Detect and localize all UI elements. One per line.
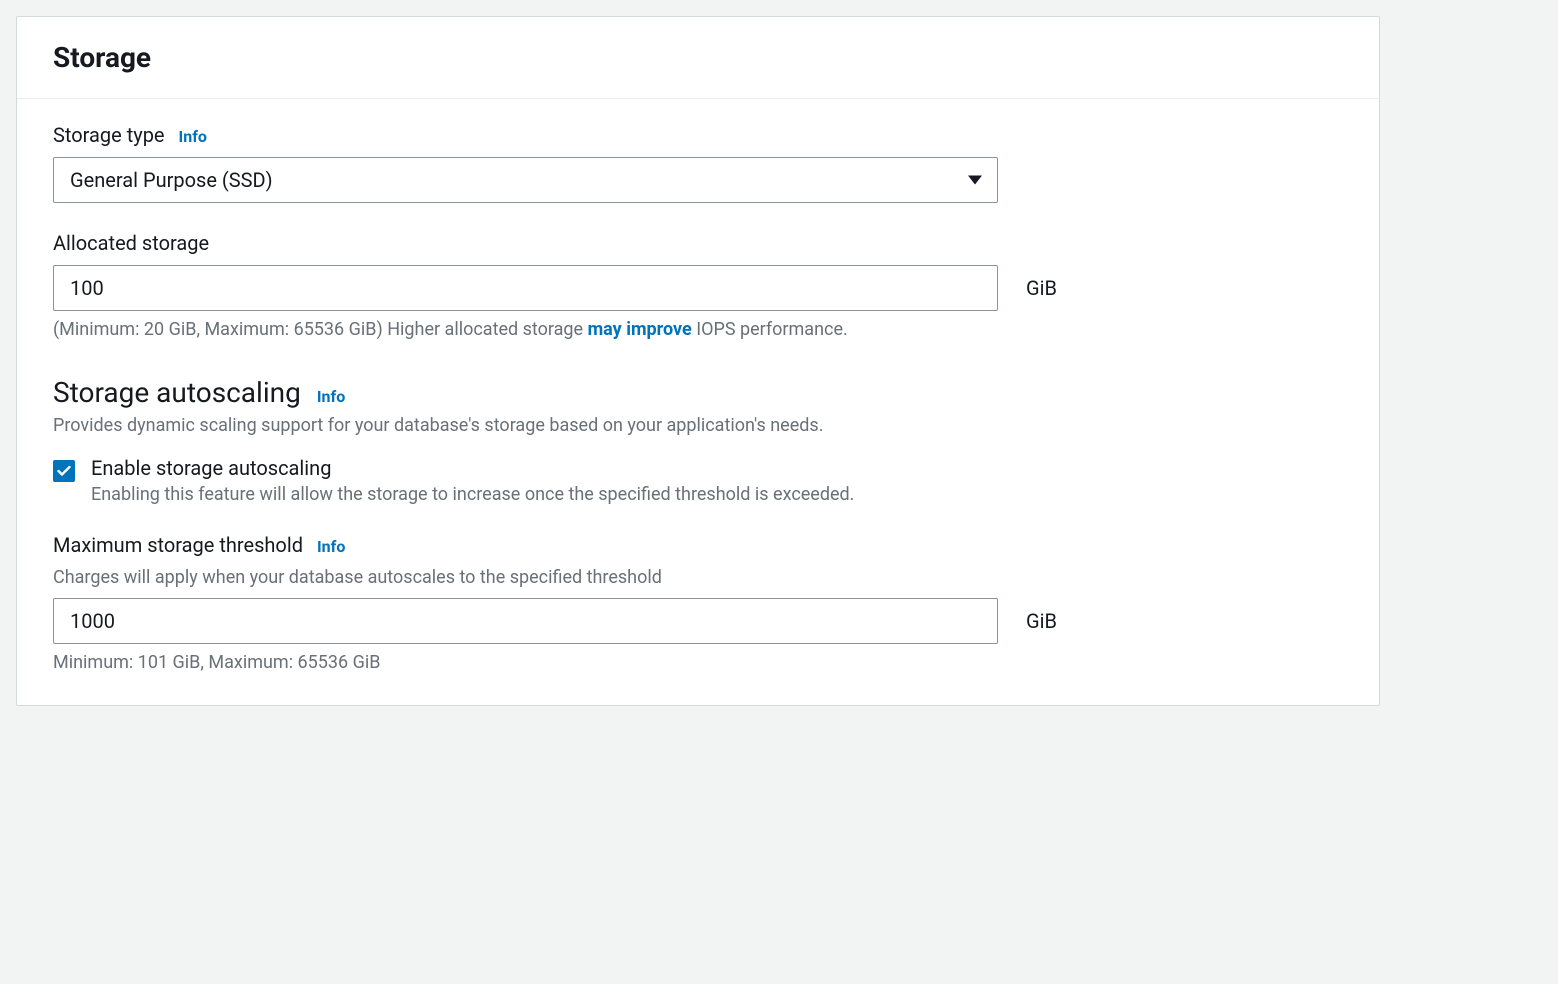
allocated-storage-hint-suffix: IOPS performance.	[692, 319, 848, 340]
max-threshold-field: Maximum storage threshold Info Charges w…	[53, 533, 1343, 673]
max-threshold-label: Maximum storage threshold	[53, 533, 303, 557]
enable-autoscaling-row: Enable storage autoscaling Enabling this…	[53, 456, 1343, 505]
allocated-storage-field: Allocated storage GiB (Minimum: 20 GiB, …	[53, 231, 1343, 340]
autoscaling-info-link[interactable]: Info	[317, 387, 345, 406]
enable-autoscaling-label: Enable storage autoscaling	[91, 456, 854, 480]
max-threshold-desc: Charges will apply when your database au…	[53, 567, 1343, 588]
allocated-storage-hint-emph[interactable]: may improve	[588, 319, 692, 340]
max-threshold-hint: Minimum: 101 GiB, Maximum: 65536 GiB	[53, 652, 1343, 673]
allocated-storage-hint: (Minimum: 20 GiB, Maximum: 65536 GiB) Hi…	[53, 319, 1343, 340]
panel-title: Storage	[53, 41, 1343, 74]
check-icon	[57, 465, 71, 477]
max-threshold-unit: GiB	[1026, 609, 1057, 633]
max-threshold-label-row: Maximum storage threshold Info	[53, 533, 1343, 557]
storage-type-info-link[interactable]: Info	[179, 127, 207, 146]
storage-type-field: Storage type Info General Purpose (SSD)	[53, 123, 1343, 203]
allocated-storage-hint-prefix: (Minimum: 20 GiB, Maximum: 65536 GiB) Hi…	[53, 319, 588, 340]
enable-autoscaling-checkbox[interactable]	[53, 460, 75, 482]
allocated-storage-input-row: GiB	[53, 265, 1343, 311]
panel-header: Storage	[17, 17, 1379, 99]
max-threshold-info-link[interactable]: Info	[317, 537, 345, 556]
autoscaling-heading-row: Storage autoscaling Info	[53, 376, 1343, 409]
max-threshold-input[interactable]	[53, 598, 998, 644]
allocated-storage-label: Allocated storage	[53, 231, 209, 255]
storage-type-label: Storage type	[53, 123, 165, 147]
allocated-storage-unit: GiB	[1026, 276, 1057, 300]
caret-down-icon	[968, 171, 982, 190]
storage-type-selected-value: General Purpose (SSD)	[70, 168, 273, 192]
storage-panel: Storage Storage type Info General Purpos…	[16, 16, 1380, 706]
autoscaling-desc: Provides dynamic scaling support for you…	[53, 415, 1343, 436]
panel-body: Storage type Info General Purpose (SSD) …	[17, 99, 1379, 705]
autoscaling-heading: Storage autoscaling	[53, 376, 301, 409]
enable-autoscaling-desc: Enabling this feature will allow the sto…	[91, 484, 854, 505]
allocated-storage-label-row: Allocated storage	[53, 231, 1343, 255]
storage-type-label-row: Storage type Info	[53, 123, 1343, 147]
storage-type-select[interactable]: General Purpose (SSD)	[53, 157, 998, 203]
enable-autoscaling-content: Enable storage autoscaling Enabling this…	[91, 456, 854, 505]
max-threshold-input-row: GiB	[53, 598, 1343, 644]
autoscaling-section: Storage autoscaling Info Provides dynami…	[53, 376, 1343, 436]
allocated-storage-input[interactable]	[53, 265, 998, 311]
